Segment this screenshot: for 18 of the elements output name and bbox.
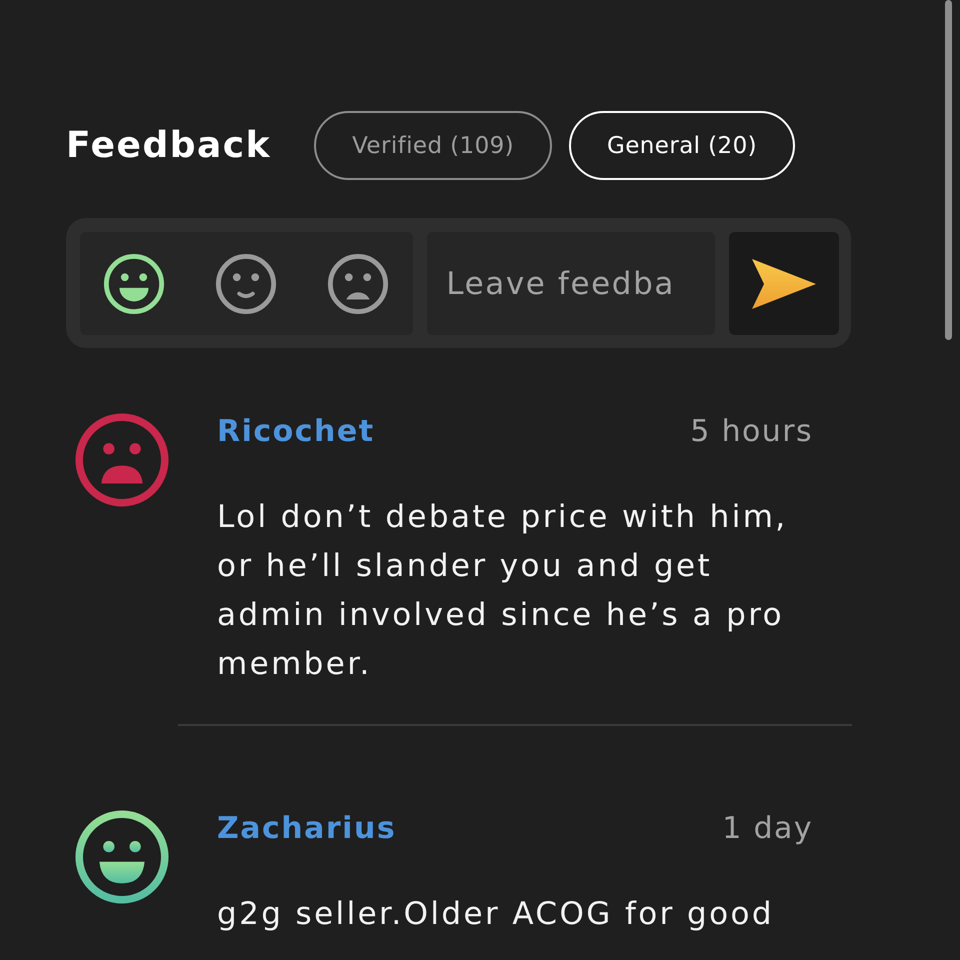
send-arrow-icon <box>752 258 816 308</box>
comment-text: g2g seller.Older ACOG for good <box>217 894 775 934</box>
send-button[interactable] <box>729 232 839 335</box>
neutral-face-icon[interactable] <box>215 252 277 314</box>
comment-time: 5 hours <box>690 413 813 451</box>
sad-face-avatar-icon <box>75 413 169 507</box>
scrollbar-thumb[interactable] <box>945 0 952 340</box>
filter-tab[interactable]: Verified (109) <box>314 111 552 180</box>
sad-face-icon[interactable] <box>327 252 389 314</box>
smiley-face-icon[interactable] <box>103 252 165 314</box>
feedback-input[interactable]: Leave feedba <box>427 232 716 335</box>
author-name[interactable]: Zacharius <box>217 808 396 848</box>
comment-time: 1 day <box>722 810 813 848</box>
smiley-face-avatar-icon <box>75 810 169 904</box>
feedback-title: Feedback <box>66 125 272 166</box>
filter-tab[interactable]: General (20) <box>569 111 795 180</box>
comment-text: Lol don’t debate price with him, or he’ll slander you and get admin involved since he’s a pro member. <box>217 498 789 684</box>
author-name[interactable]: Ricochet <box>217 412 375 452</box>
